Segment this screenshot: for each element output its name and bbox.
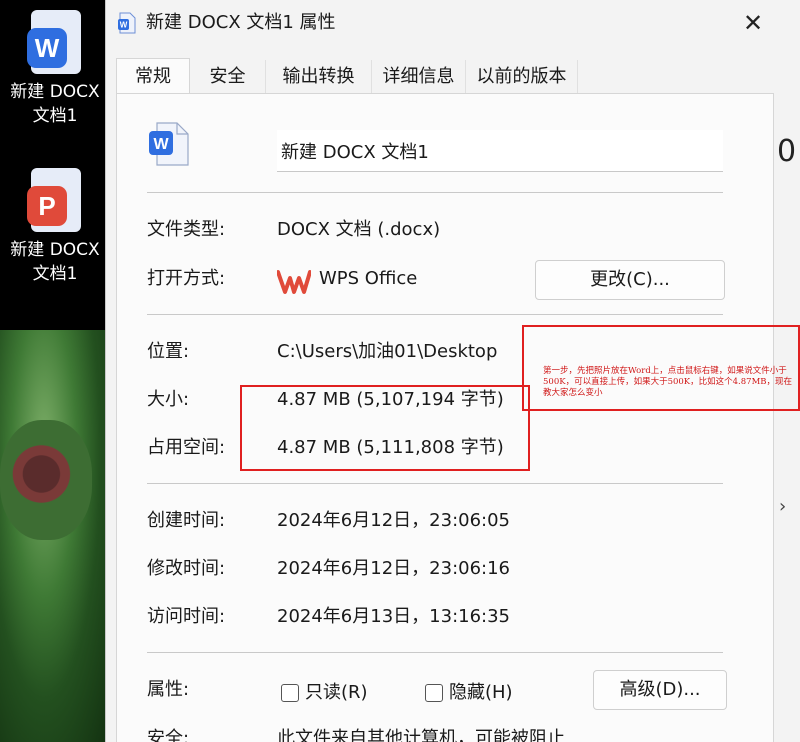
change-button[interactable]: 更改(C)... bbox=[535, 260, 725, 300]
created-value: 2024年6月12日，23:06:05 bbox=[277, 510, 511, 531]
checkbox-box[interactable] bbox=[281, 684, 299, 702]
annotation-text: 第一步，先把照片放在Word上，点击鼠标右键，如果说文件小于500K，可以直接上… bbox=[543, 366, 793, 398]
open-with-label: 打开方式: bbox=[147, 268, 226, 289]
divider bbox=[147, 652, 723, 653]
file-type-value: DOCX 文档 (.docx) bbox=[277, 219, 441, 240]
chevron-right-icon: › bbox=[779, 496, 787, 517]
word-file-icon: W bbox=[27, 10, 83, 76]
file-type-label: 文件类型: bbox=[147, 219, 226, 240]
word-document-icon: W bbox=[149, 122, 189, 166]
accessed-label: 访问时间: bbox=[147, 606, 226, 627]
tab-details[interactable]: 详细信息 bbox=[372, 60, 466, 94]
tab-previous-versions[interactable]: 以前的版本 bbox=[466, 60, 578, 94]
size-highlight-box bbox=[240, 385, 530, 471]
disk-size-label: 占用空间: bbox=[147, 437, 226, 458]
title-bar: W 新建 DOCX 文档1 属性 ✕ bbox=[106, 0, 776, 48]
file-name-input[interactable] bbox=[277, 130, 723, 172]
divider bbox=[147, 314, 723, 315]
desktop-icon-label: 新建 DOCX 文档1 bbox=[10, 240, 100, 284]
hidden-checkbox[interactable]: 隐藏(H) bbox=[425, 680, 513, 706]
background-window-text: 0 bbox=[777, 134, 797, 169]
presentation-file-icon: P bbox=[27, 168, 83, 234]
tab-general[interactable]: 常规 bbox=[116, 58, 190, 95]
attributes-label: 属性: bbox=[147, 679, 190, 700]
created-label: 创建时间: bbox=[147, 510, 226, 531]
size-label: 大小: bbox=[147, 389, 190, 410]
open-with-value: WPS Office bbox=[319, 268, 418, 289]
desktop-icon-label: 新建 DOCX 文档1 bbox=[10, 82, 100, 126]
security-value: 此文件来自其他计算机，可能被阻止 bbox=[277, 728, 565, 742]
close-button[interactable]: ✕ bbox=[736, 6, 770, 40]
desktop-icon-docx[interactable]: W 新建 DOCX 文档1 bbox=[0, 10, 110, 128]
tab-security[interactable]: 安全 bbox=[190, 60, 266, 94]
wps-office-icon bbox=[277, 270, 311, 294]
tab-output-conversion[interactable]: 输出转换 bbox=[266, 60, 372, 94]
svg-text:W: W bbox=[120, 21, 128, 30]
dialog-title: 新建 DOCX 文档1 属性 bbox=[146, 12, 336, 33]
checkbox-box[interactable] bbox=[425, 684, 443, 702]
readonly-label: 只读(R) bbox=[305, 682, 368, 703]
modified-label: 修改时间: bbox=[147, 558, 226, 579]
location-value: C:\Users\加油01\Desktop bbox=[277, 341, 498, 362]
desktop-wallpaper bbox=[0, 330, 110, 742]
security-label: 安全: bbox=[147, 728, 190, 742]
advanced-button[interactable]: 高级(D)... bbox=[593, 670, 727, 710]
readonly-checkbox[interactable]: 只读(R) bbox=[281, 680, 368, 706]
desktop-icon-pdf[interactable]: P 新建 DOCX 文档1 bbox=[0, 168, 110, 286]
hidden-label: 隐藏(H) bbox=[449, 682, 513, 703]
location-label: 位置: bbox=[147, 341, 190, 362]
accessed-value: 2024年6月13日，13:16:35 bbox=[277, 606, 511, 627]
svg-text:W: W bbox=[153, 136, 169, 153]
divider bbox=[147, 483, 723, 484]
modified-value: 2024年6月12日，23:06:16 bbox=[277, 558, 511, 579]
word-document-icon: W bbox=[118, 12, 136, 34]
divider bbox=[147, 192, 723, 193]
